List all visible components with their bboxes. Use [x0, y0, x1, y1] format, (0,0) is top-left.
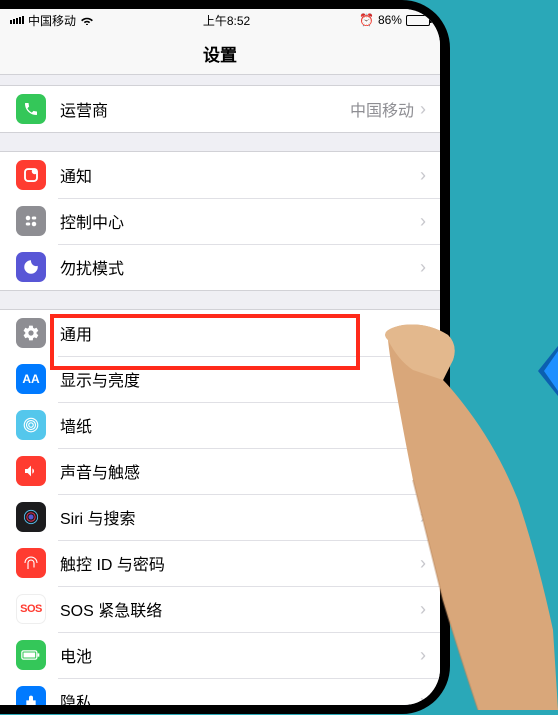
siri-icon	[16, 502, 46, 532]
page-title: 设置	[0, 31, 440, 75]
control-center-icon	[16, 206, 46, 236]
signal-icon	[10, 16, 24, 24]
battery-icon	[406, 15, 430, 26]
notifications-icon	[16, 160, 46, 190]
row-sos[interactable]: SOS SOS 紧急联络 ›	[0, 586, 440, 632]
row-label: 通知	[60, 163, 420, 187]
alarm-icon: ⏰	[359, 13, 374, 27]
settings-group-carrier: 运营商 中国移动 ›	[0, 85, 440, 133]
row-display[interactable]: AA 显示与亮度 ›	[0, 356, 440, 402]
row-siri[interactable]: Siri 与搜索 ›	[0, 494, 440, 540]
row-label: 勿扰模式	[60, 255, 420, 279]
display-icon: AA	[16, 364, 46, 394]
row-privacy[interactable]: 隐私 ›	[0, 678, 440, 705]
row-touchid[interactable]: 触控 ID 与密码 ›	[0, 540, 440, 586]
chevron-right-icon: ›	[420, 324, 426, 342]
sos-icon: SOS	[16, 594, 46, 624]
row-label: 墙纸	[60, 413, 420, 437]
row-label: 隐私	[60, 689, 420, 705]
privacy-icon	[16, 686, 46, 705]
chevron-right-icon: ›	[420, 646, 426, 664]
row-label: 控制中心	[60, 209, 420, 233]
sounds-icon	[16, 456, 46, 486]
row-battery[interactable]: 电池 ›	[0, 632, 440, 678]
decorative-accent	[508, 346, 558, 396]
row-carrier[interactable]: 运营商 中国移动 ›	[0, 86, 440, 132]
row-value: 中国移动	[350, 97, 414, 121]
chevron-right-icon: ›	[420, 258, 426, 276]
settings-list[interactable]: 运营商 中国移动 › 通知 › 控制中心	[0, 75, 440, 705]
battery-icon	[16, 640, 46, 670]
screen: 中国移动 上午8:52 ⏰ 86% 设置 运营商 中国移动 ›	[0, 9, 440, 705]
row-general[interactable]: 通用 ›	[0, 310, 440, 356]
chevron-right-icon: ›	[420, 416, 426, 434]
row-label: 电池	[60, 643, 420, 667]
chevron-right-icon: ›	[420, 554, 426, 572]
row-label: 声音与触感	[60, 459, 420, 483]
touchid-icon	[16, 548, 46, 578]
battery-pct: 86%	[378, 13, 402, 27]
chevron-right-icon: ›	[420, 370, 426, 388]
status-right: ⏰ 86%	[359, 13, 430, 27]
wallpaper-icon	[16, 410, 46, 440]
chevron-right-icon: ›	[420, 100, 426, 118]
row-label: 显示与亮度	[60, 367, 420, 391]
status-carrier: 中国移动	[28, 12, 76, 29]
row-sounds[interactable]: 声音与触感 ›	[0, 448, 440, 494]
general-icon	[16, 318, 46, 348]
row-do-not-disturb[interactable]: 勿扰模式 ›	[0, 244, 440, 290]
status-time: 上午8:52	[203, 12, 250, 29]
row-notifications[interactable]: 通知 ›	[0, 152, 440, 198]
status-bar: 中国移动 上午8:52 ⏰ 86%	[0, 9, 440, 31]
phone-icon	[16, 94, 46, 124]
status-left: 中国移动	[10, 12, 94, 29]
row-label: 通用	[60, 321, 420, 345]
chevron-right-icon: ›	[420, 212, 426, 230]
row-label: 运营商	[60, 97, 350, 121]
row-label: SOS 紧急联络	[60, 597, 420, 621]
do-not-disturb-icon	[16, 252, 46, 282]
row-wallpaper[interactable]: 墙纸 ›	[0, 402, 440, 448]
chevron-right-icon: ›	[420, 462, 426, 480]
chevron-right-icon: ›	[420, 508, 426, 526]
row-control-center[interactable]: 控制中心 ›	[0, 198, 440, 244]
settings-group-notifications: 通知 › 控制中心 › 勿扰模式 ›	[0, 151, 440, 291]
chevron-right-icon: ›	[420, 692, 426, 705]
row-label: 触控 ID 与密码	[60, 551, 420, 575]
chevron-right-icon: ›	[420, 600, 426, 618]
row-label: Siri 与搜索	[60, 505, 420, 529]
wifi-icon	[80, 15, 94, 25]
phone-frame: 中国移动 上午8:52 ⏰ 86% 设置 运营商 中国移动 ›	[0, 0, 450, 714]
chevron-right-icon: ›	[420, 166, 426, 184]
settings-group-general: 通用 › AA 显示与亮度 › 墙纸 ›	[0, 309, 440, 705]
